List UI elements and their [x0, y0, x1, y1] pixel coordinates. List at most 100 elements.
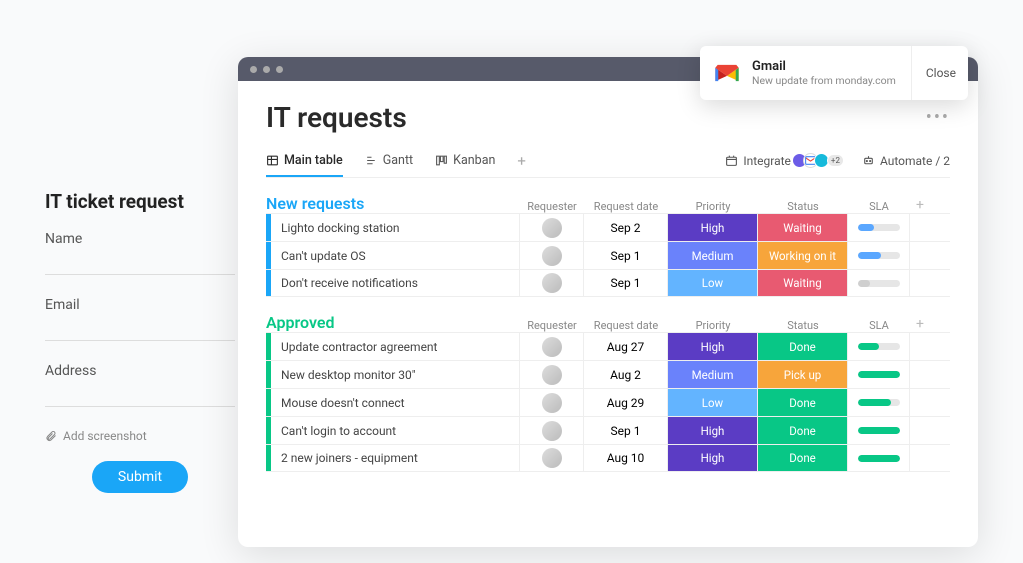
date-cell[interactable]: Sep 1 — [584, 417, 668, 444]
date-cell[interactable]: Aug 10 — [584, 445, 668, 471]
table-row[interactable]: Don't receive notifications Sep 1LowWaiti… — [266, 269, 950, 297]
item-name[interactable]: New desktop monitor 30" — [271, 361, 520, 388]
table-row[interactable]: New desktop monitor 30" Aug 2MediumPick u… — [266, 360, 950, 388]
item-name[interactable]: Lighto docking station — [271, 214, 520, 241]
add-view-button[interactable]: + — [517, 152, 526, 177]
table-row[interactable]: Update contractor agreement Aug 27HighDon… — [266, 332, 950, 360]
date-cell[interactable]: Sep 2 — [584, 214, 668, 241]
row-extra-cell — [910, 389, 930, 416]
status-cell[interactable]: Done — [758, 389, 848, 416]
tab-gantt[interactable]: Gantt — [365, 153, 413, 176]
status-cell[interactable]: Done — [758, 445, 848, 471]
item-name[interactable]: Mouse doesn't connect — [271, 389, 520, 416]
table-icon — [266, 154, 279, 167]
status-cell[interactable]: Pick up — [758, 361, 848, 388]
table-row[interactable]: Can't update OS Sep 1MediumWorking on it — [266, 241, 950, 269]
date-cell[interactable]: Aug 29 — [584, 389, 668, 416]
group-name[interactable]: Approved — [266, 313, 520, 332]
priority-cell[interactable]: Medium — [668, 242, 758, 269]
group-green: ApprovedRequesterRequest datePrioritySta… — [266, 313, 950, 472]
avatar — [542, 218, 562, 238]
sla-cell[interactable] — [848, 361, 910, 388]
item-name[interactable]: Can't login to account — [271, 417, 520, 444]
priority-cell[interactable]: Low — [668, 389, 758, 416]
date-cell[interactable]: Sep 1 — [584, 270, 668, 296]
item-name[interactable]: Can't update OS — [271, 242, 520, 269]
item-name[interactable]: Update contractor agreement — [271, 333, 520, 360]
priority-cell[interactable]: High — [668, 214, 758, 241]
name-label: Name — [45, 231, 235, 247]
status-cell[interactable]: Working on it — [758, 242, 848, 269]
date-cell[interactable]: Sep 1 — [584, 242, 668, 269]
date-cell[interactable]: Aug 27 — [584, 333, 668, 360]
table-row[interactable]: Mouse doesn't connect Aug 29LowDone — [266, 388, 950, 416]
sla-cell[interactable] — [848, 417, 910, 444]
item-name[interactable]: Don't receive notifications — [271, 270, 520, 296]
date-cell[interactable]: Aug 2 — [584, 361, 668, 388]
status-cell[interactable]: Done — [758, 333, 848, 360]
status-cell[interactable]: Waiting — [758, 270, 848, 296]
col-status: Status — [758, 200, 848, 213]
more-menu-button[interactable]: ••• — [926, 107, 950, 128]
requester-cell[interactable] — [520, 333, 584, 360]
submit-button[interactable]: Submit — [92, 461, 188, 493]
table-row[interactable]: 2 new joiners - equipment Aug 10HighDone — [266, 444, 950, 472]
name-input[interactable] — [45, 255, 235, 275]
requester-cell[interactable] — [520, 417, 584, 444]
priority-cell[interactable]: High — [668, 417, 758, 444]
requester-cell[interactable] — [520, 242, 584, 269]
add-column-button[interactable]: + — [910, 316, 930, 332]
address-label: Address — [45, 363, 235, 379]
sla-cell[interactable] — [848, 445, 910, 471]
toast-title: Gmail — [752, 59, 911, 74]
window-dot-icon — [276, 66, 283, 73]
tab-main-table[interactable]: Main table — [266, 153, 343, 176]
row-extra-cell — [910, 270, 930, 296]
email-input[interactable] — [45, 321, 235, 341]
sla-cell[interactable] — [848, 389, 910, 416]
table-row[interactable]: Can't login to account Sep 1HighDone — [266, 416, 950, 444]
requester-cell[interactable] — [520, 389, 584, 416]
table-row[interactable]: Lighto docking station Sep 2HighWaiting — [266, 213, 950, 241]
row-extra-cell — [910, 361, 930, 388]
requester-cell[interactable] — [520, 214, 584, 241]
view-tabs: Main table Gantt Kanban + Integrate — [266, 152, 950, 178]
col-sla: SLA — [848, 319, 910, 332]
col-sla: SLA — [848, 200, 910, 213]
group-name[interactable]: New requests — [266, 194, 520, 213]
toast-close-button[interactable]: Close — [911, 46, 956, 100]
item-name[interactable]: 2 new joiners - equipment — [271, 445, 520, 471]
integrate-button[interactable]: Integrate +2 — [725, 153, 844, 168]
sla-cell[interactable] — [848, 214, 910, 241]
sla-cell[interactable] — [848, 242, 910, 269]
automate-button[interactable]: Automate / 2 — [862, 154, 950, 168]
row-extra-cell — [910, 242, 930, 269]
col-status: Status — [758, 319, 848, 332]
sla-cell[interactable] — [848, 270, 910, 296]
col-date: Request date — [584, 200, 668, 213]
robot-icon — [862, 154, 875, 167]
priority-cell[interactable]: High — [668, 445, 758, 471]
avatar — [542, 448, 562, 468]
status-cell[interactable]: Done — [758, 417, 848, 444]
sla-cell[interactable] — [848, 333, 910, 360]
priority-cell[interactable]: High — [668, 333, 758, 360]
requester-cell[interactable] — [520, 270, 584, 296]
group-blue: New requestsRequesterRequest datePriorit… — [266, 194, 950, 297]
attach-label: Add screenshot — [63, 429, 147, 443]
window-dot-icon — [250, 66, 257, 73]
add-screenshot-button[interactable]: Add screenshot — [45, 429, 235, 443]
board-title: IT requests — [266, 101, 407, 134]
tab-kanban[interactable]: Kanban — [435, 153, 495, 176]
requester-cell[interactable] — [520, 361, 584, 388]
gantt-icon — [365, 154, 378, 167]
requester-cell[interactable] — [520, 445, 584, 471]
address-input[interactable] — [45, 387, 235, 407]
col-priority: Priority — [668, 200, 758, 213]
priority-cell[interactable]: Low — [668, 270, 758, 296]
notification-toast: Gmail New update from monday.com Close — [700, 46, 968, 100]
priority-cell[interactable]: Medium — [668, 361, 758, 388]
status-cell[interactable]: Waiting — [758, 214, 848, 241]
row-extra-cell — [910, 214, 930, 241]
add-column-button[interactable]: + — [910, 197, 930, 213]
